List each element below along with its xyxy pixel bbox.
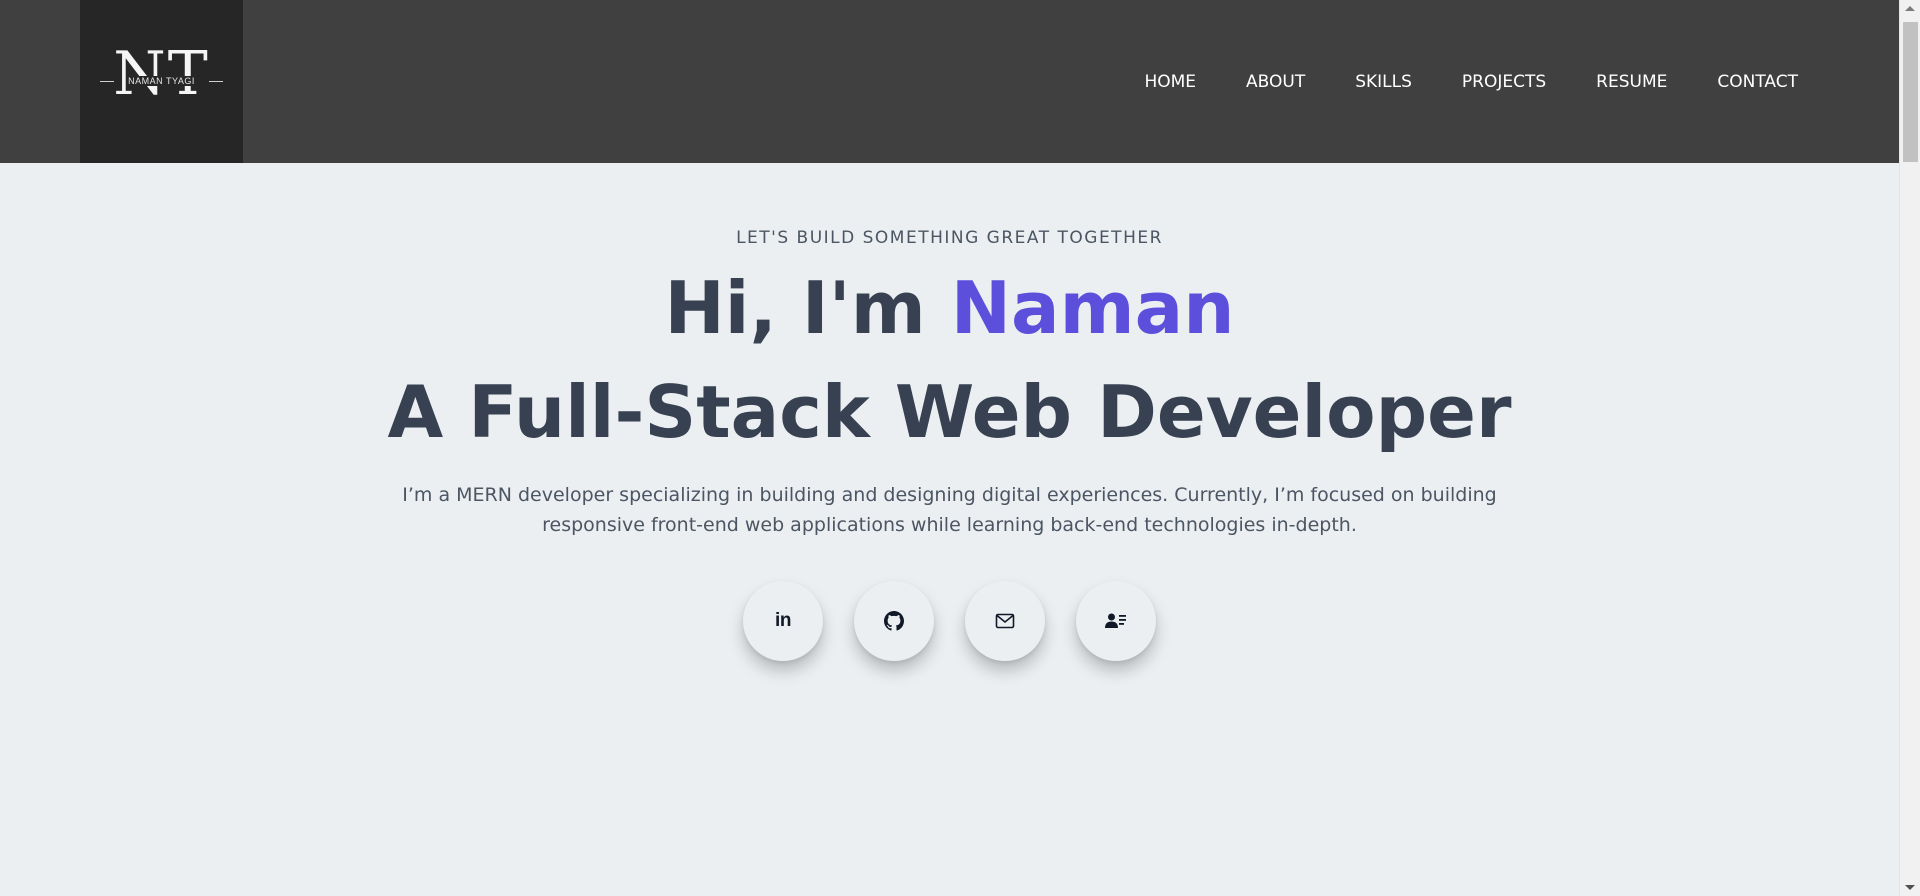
github-button[interactable]	[854, 581, 934, 661]
scroll-thumb[interactable]	[1903, 22, 1918, 162]
linkedin-icon: in	[775, 610, 791, 631]
hero-tagline: LET'S BUILD SOMETHING GREAT TOGETHER	[736, 228, 1163, 248]
contact-card-icon	[1105, 613, 1126, 628]
logo-name: NAMAN TYAGI	[80, 75, 243, 87]
hero-section: LET'S BUILD SOMETHING GREAT TOGETHER Hi,…	[0, 163, 1899, 896]
mail-icon	[995, 613, 1015, 629]
logo-name-text: NAMAN TYAGI	[126, 76, 197, 86]
scroll-down-arrow-icon[interactable]	[1905, 885, 1915, 890]
nav-about[interactable]: ABOUT	[1246, 70, 1305, 94]
logo-monogram: NT	[113, 39, 210, 109]
portfolio-page: NT NAMAN TYAGI HOME ABOUT SKILLS PROJECT…	[0, 0, 1920, 896]
hero-intro: I’m a MERN developer specializing in bui…	[402, 484, 1497, 536]
github-icon	[884, 611, 904, 631]
email-button[interactable]	[965, 581, 1045, 661]
scroll-up-arrow-icon[interactable]	[1905, 6, 1915, 11]
nav-home[interactable]: HOME	[1144, 70, 1196, 94]
page-scrollbar[interactable]	[1899, 0, 1920, 896]
linkedin-button[interactable]: in	[743, 581, 823, 661]
social-links: in	[0, 581, 1899, 661]
nav-resume[interactable]: RESUME	[1596, 70, 1667, 94]
contact-card-button[interactable]	[1076, 581, 1156, 661]
site-header: NT NAMAN TYAGI HOME ABOUT SKILLS PROJECT…	[0, 0, 1899, 163]
main-nav: HOME ABOUT SKILLS PROJECTS RESUME CONTAC…	[1094, 70, 1798, 94]
logo[interactable]: NT NAMAN TYAGI	[80, 0, 243, 163]
nav-skills[interactable]: SKILLS	[1355, 70, 1412, 94]
hero-name: Naman	[950, 266, 1235, 350]
hero-greeting-text: Hi, I'm	[664, 266, 951, 350]
hero-role: A Full-Stack Web Developer	[387, 370, 1512, 454]
nav-contact[interactable]: CONTACT	[1717, 70, 1798, 94]
hero-greeting: Hi, I'm Naman	[0, 263, 1899, 353]
nav-projects[interactable]: PROJECTS	[1462, 70, 1546, 94]
